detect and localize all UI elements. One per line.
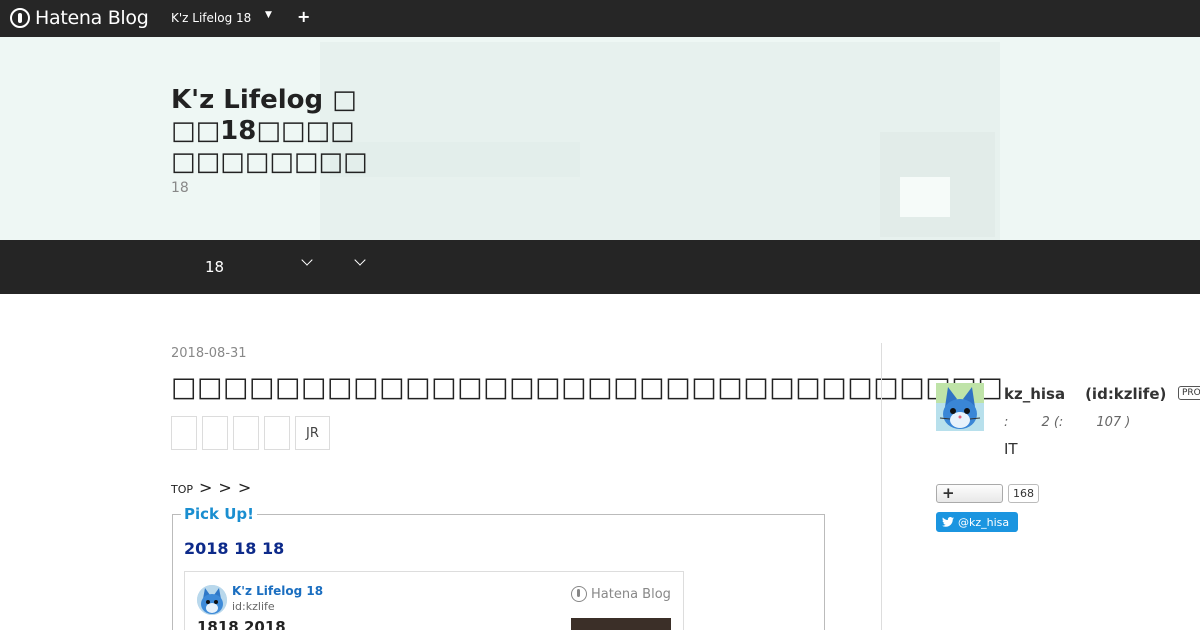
card-logo-text: Hatena Blog bbox=[591, 586, 671, 602]
category-tag-jr[interactable]: JR bbox=[295, 416, 330, 450]
current-blog-name[interactable]: K'z Lifelog 18 bbox=[171, 11, 251, 25]
pro-badge: PRO bbox=[1178, 386, 1200, 400]
breadcrumb-separator: > bbox=[237, 478, 252, 497]
hatena-pen-icon bbox=[10, 8, 30, 28]
profile-name[interactable]: kz_hisa (id:kzlife) bbox=[1004, 385, 1166, 403]
entry-categories: JR bbox=[171, 416, 330, 450]
card-hatena-logo: Hatena Blog bbox=[571, 586, 671, 602]
category-tag[interactable] bbox=[264, 416, 290, 450]
plus-icon: + bbox=[942, 484, 955, 502]
profile-stats: : 2 (: 107 ) bbox=[1004, 415, 1131, 430]
card-title[interactable]: 1818 2018 bbox=[197, 618, 286, 630]
entry-title[interactable]: □□□□□□□□□□□□□□□□□□□□□□□□□□□□□□□□ bbox=[171, 372, 1003, 403]
breadcrumb-separator: > bbox=[218, 478, 232, 497]
plus-icon[interactable]: + bbox=[297, 7, 310, 26]
chevron-down-icon[interactable] bbox=[354, 254, 366, 266]
twitter-bird-icon bbox=[942, 517, 954, 527]
category-tag[interactable] bbox=[171, 416, 197, 450]
avatar[interactable] bbox=[936, 383, 984, 431]
blog-navigation: 18 bbox=[0, 240, 1200, 294]
profile-nickname[interactable]: kz_hisa bbox=[1004, 385, 1065, 403]
card-thumbnail[interactable] bbox=[571, 618, 671, 630]
bookmark-add-button[interactable]: + bbox=[936, 484, 1003, 503]
nav-item[interactable]: 18 bbox=[205, 258, 224, 276]
global-header-bar: Hatena Blog K'z Lifelog 18 ▼ + bbox=[0, 0, 1200, 37]
bookmark-count[interactable]: 168 bbox=[1008, 484, 1039, 503]
profile-bio: IT bbox=[1004, 440, 1018, 458]
hatena-blog-logo[interactable]: Hatena Blog bbox=[10, 7, 149, 29]
pickup-box: Pick Up! 2018 18 18 K'z Lifelog 18 id:kz… bbox=[172, 505, 825, 630]
caret-down-icon[interactable]: ▼ bbox=[265, 10, 272, 20]
card-blog-name[interactable]: K'z Lifelog 18 bbox=[232, 584, 323, 598]
card-user-id: id:kzlife bbox=[232, 600, 275, 613]
blog-header: K'z Lifelog □□□18□□□□□□□□□□□□ 18 bbox=[0, 37, 1200, 240]
breadcrumb: TOP > > > bbox=[171, 478, 251, 497]
avatar bbox=[197, 585, 227, 615]
cat-avatar-icon bbox=[197, 585, 227, 615]
profile-id[interactable]: (id:kzlife) bbox=[1085, 385, 1166, 403]
chevron-down-icon[interactable] bbox=[301, 254, 313, 266]
hatena-pen-icon bbox=[571, 586, 587, 602]
hatena-blog-logo-text: Hatena Blog bbox=[35, 7, 149, 29]
twitter-handle: @kz_hisa bbox=[958, 515, 1010, 529]
breadcrumb-top-link[interactable]: TOP bbox=[171, 483, 193, 496]
category-tag[interactable] bbox=[202, 416, 228, 450]
blog-title[interactable]: K'z Lifelog □□□18□□□□□□□□□□□□ bbox=[171, 85, 371, 178]
twitter-follow-button[interactable]: @kz_hisa bbox=[936, 512, 1018, 532]
entry-date[interactable]: 2018-08-31 bbox=[171, 346, 247, 361]
column-divider bbox=[881, 343, 882, 630]
cat-avatar-icon bbox=[936, 383, 984, 431]
pickup-legend: Pick Up! bbox=[181, 505, 257, 523]
hatena-bookmark-widget: + 168 bbox=[936, 484, 1039, 503]
embed-card[interactable]: K'z Lifelog 18 id:kzlife Hatena Blog 181… bbox=[184, 571, 684, 630]
breadcrumb-separator: > bbox=[199, 478, 213, 497]
category-tag[interactable] bbox=[233, 416, 259, 450]
pickup-heading[interactable]: 2018 18 18 bbox=[184, 539, 284, 558]
blog-description: 18 bbox=[171, 180, 189, 196]
